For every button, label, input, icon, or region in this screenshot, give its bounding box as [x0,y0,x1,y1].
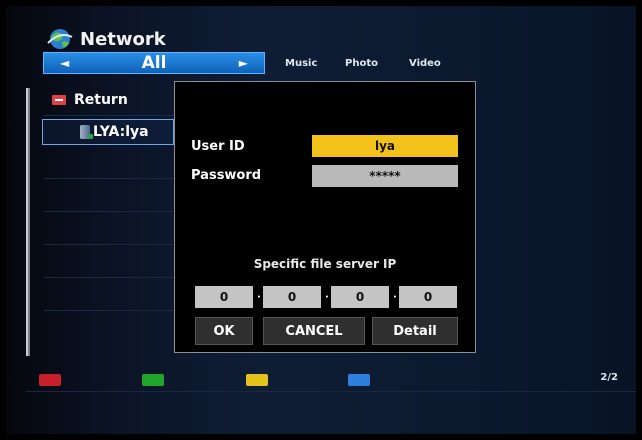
user-id-label: User ID [191,139,245,154]
ip-separator: · [257,292,261,303]
page-indicator: 2/2 [600,372,618,383]
password-field[interactable]: ***** [312,165,458,187]
server-label: LYA:lya [93,124,149,140]
return-icon [52,95,66,105]
page-title: Network [80,28,166,50]
ok-button[interactable]: OK [195,317,253,345]
blue-key-icon[interactable] [348,374,370,386]
list-border [26,88,30,356]
yellow-key-icon[interactable] [246,374,268,386]
category-selector[interactable]: ◄ All ► [43,52,265,74]
password-label: Password [191,168,262,183]
tab-music[interactable]: Music [285,58,345,69]
return-item[interactable]: Return [52,92,128,108]
red-key-icon[interactable] [39,374,61,386]
media-player-screen: Network ◄ All ► Music Photo Video Return… [6,6,636,434]
green-key-icon[interactable] [142,374,164,386]
detail-button[interactable]: Detail [372,317,458,345]
ip-separator: · [325,292,329,303]
login-dialog: User ID lya Password ***** Specific file… [174,81,476,353]
ip-octet-2-field[interactable]: 0 [263,286,321,308]
footer-divider [26,391,636,392]
category-label: All [141,53,167,73]
right-arrow-icon[interactable]: ► [239,56,248,70]
ip-octet-4-field[interactable]: 0 [399,286,457,308]
left-arrow-icon[interactable]: ◄ [60,56,69,70]
list-item-server[interactable]: LYA:lya [42,119,174,145]
ip-octet-1-field[interactable]: 0 [195,286,253,308]
ip-octet-3-field[interactable]: 0 [331,286,389,308]
server-icon [80,125,93,139]
network-globe-icon [46,27,74,51]
tab-photo[interactable]: Photo [345,58,409,69]
tab-video[interactable]: Video [409,58,441,69]
return-label: Return [74,92,128,108]
ip-caption: Specific file server IP [253,257,397,271]
user-id-field[interactable]: lya [312,135,458,157]
category-tabs: Music Photo Video [285,58,441,69]
cancel-button[interactable]: CANCEL [263,317,365,345]
header: Network [46,26,166,52]
ip-separator: · [393,292,397,303]
